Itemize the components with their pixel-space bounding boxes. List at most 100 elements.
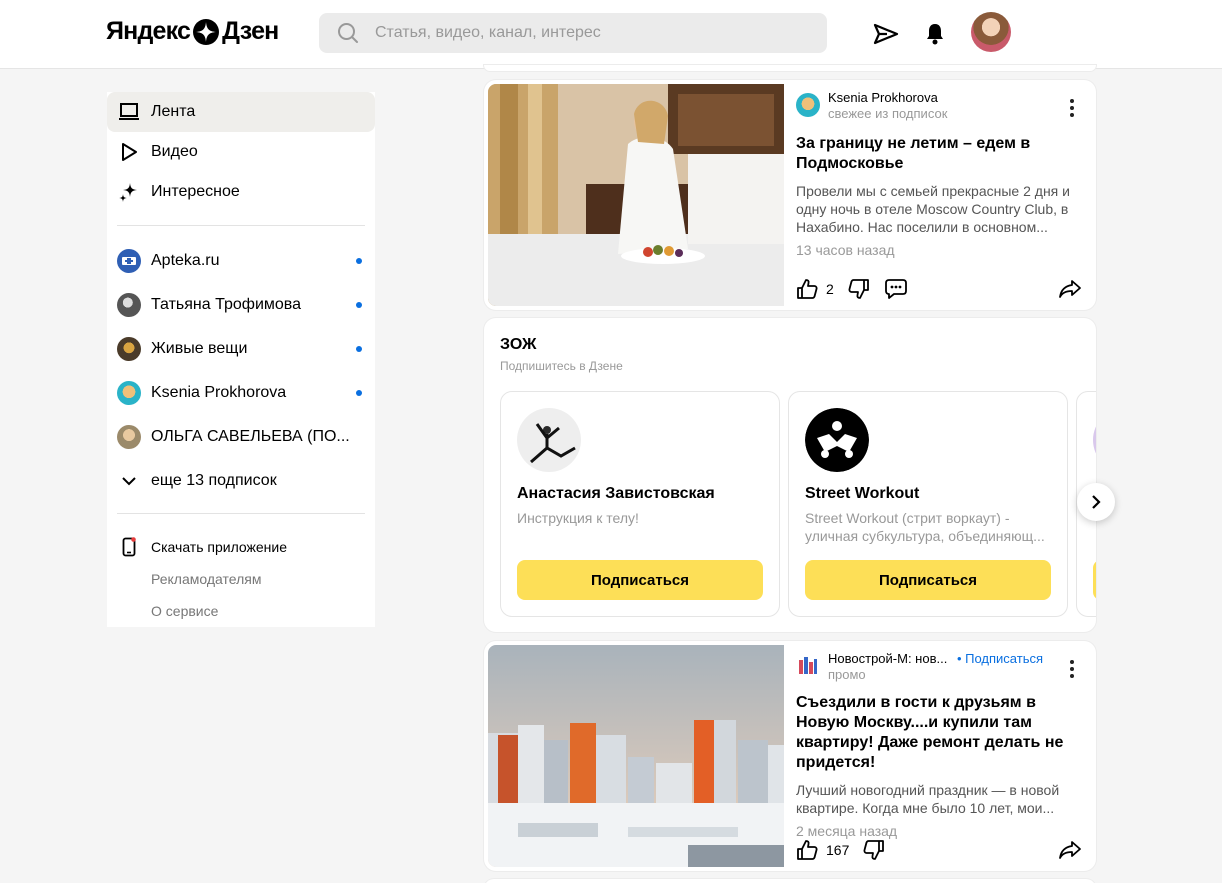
download-app-label: Скачать приложение (151, 539, 288, 555)
subscription-label: ОЛЬГА САВЕЛЬЕВА (ПО... (151, 428, 350, 445)
logo-text-right: Дзен (222, 17, 279, 45)
channel-card[interactable]: Анастасия Завистовская Инструкция к телу… (500, 391, 780, 617)
like-button[interactable]: 167 (796, 839, 849, 861)
source-name-row: Новострой-М: нов... • Подписаться (828, 651, 1082, 667)
source-name: Новострой-М: нов... (828, 650, 948, 666)
user-avatar[interactable] (971, 12, 1011, 52)
sidebar-divider (117, 225, 365, 226)
share-icon (1059, 280, 1081, 298)
more-subscriptions-button[interactable]: еще 13 подписок (107, 459, 375, 503)
next-card-edge (484, 879, 1096, 883)
share-button[interactable] (1058, 279, 1082, 299)
subscription-item-tatyana[interactable]: Татьяна Трофимова (107, 283, 375, 327)
subscription-item-ksenia[interactable]: Ksenia Prokhorova (107, 371, 375, 415)
thumb-up-icon (797, 840, 818, 860)
dislike-button[interactable] (848, 278, 870, 300)
thumb-up-icon (797, 279, 818, 299)
nav-label: Лента (151, 103, 196, 120)
sidebar-divider (117, 513, 365, 514)
top-header: Яндекс Дзен (0, 0, 1222, 69)
download-app-link[interactable]: Скачать приложение (107, 531, 375, 563)
nav-label: Интересное (151, 183, 240, 200)
channel-avatar (1093, 408, 1096, 472)
article-source[interactable]: Новострой-М: нов... • Подписаться промо (796, 649, 1082, 683)
article-title[interactable]: За границу не летим – едем в Подмосковье (796, 134, 1082, 174)
like-count: 2 (826, 281, 834, 297)
previous-card-edge (484, 65, 1096, 71)
subscription-label: Татьяна Трофимова (151, 296, 301, 313)
source-avatar (796, 93, 820, 117)
more-options-icon[interactable] (1062, 96, 1082, 120)
like-button[interactable]: 2 (796, 278, 834, 300)
thumb-down-icon (863, 840, 885, 860)
article-snippet: Лучший новогодний праздник — в новой ква… (796, 782, 1060, 816)
chevron-right-icon (1092, 495, 1101, 509)
article-source[interactable]: Ksenia Prokhorova свежее из подписок (796, 88, 1082, 122)
share-button[interactable] (1058, 840, 1082, 860)
block-title: ЗОЖ (500, 336, 537, 353)
nav-item-feed[interactable]: Лента (107, 92, 375, 132)
channel-avatar (517, 408, 581, 472)
search-input[interactable] (375, 24, 795, 42)
subscription-label: Живые вещи (151, 340, 248, 357)
messenger-icon[interactable] (871, 19, 901, 49)
channel-card[interactable]: Street Workout Street Workout (стрит вор… (788, 391, 1068, 617)
article-meta: Ksenia Prokhorova свежее из подписок За … (796, 88, 1082, 258)
new-content-dot (356, 258, 362, 264)
topic-recommendations-block: ЗОЖ Подпишитесь в Дзене Анастасия Завист… (484, 318, 1096, 632)
channel-avatar (117, 249, 141, 273)
source-subtitle: свежее из подписок (828, 105, 948, 121)
new-content-dot (356, 346, 362, 352)
subscribe-button[interactable] (1093, 560, 1096, 600)
zen-logo-icon (193, 18, 220, 45)
logo-text-left: Яндекс (106, 17, 191, 45)
dislike-button[interactable] (863, 839, 885, 861)
bell-icon[interactable] (920, 19, 950, 49)
channel-description: Street Workout (стрит воркаут) - уличная… (805, 510, 1045, 544)
comments-button[interactable] (884, 278, 908, 300)
article-image[interactable] (488, 84, 784, 306)
subscribe-link[interactable]: • Подписаться (957, 651, 1043, 666)
article-card[interactable]: Ksenia Prokhorova свежее из подписок За … (484, 80, 1096, 310)
about-link[interactable]: О сервисе (107, 595, 375, 627)
subscription-item-apteka[interactable]: Apteka.ru (107, 239, 375, 283)
promo-article-card[interactable]: Новострой-М: нов... • Подписаться промо … (484, 641, 1096, 871)
article-image[interactable] (488, 645, 784, 867)
channel-avatar (117, 381, 141, 405)
nav-item-video[interactable]: Видео (107, 132, 375, 172)
channel-name: Анастасия Завистовская (517, 485, 715, 502)
thumb-down-icon (848, 279, 869, 299)
article-actions: 2 (796, 276, 1082, 302)
chevron-down-icon (117, 476, 141, 486)
channel-avatar (805, 408, 869, 472)
share-icon (1059, 841, 1081, 859)
comment-icon (884, 279, 907, 299)
new-content-dot (356, 302, 362, 308)
more-options-icon[interactable] (1062, 657, 1082, 681)
search-icon (338, 23, 358, 43)
subscribe-button[interactable]: Подписаться (517, 560, 763, 600)
yandex-zen-logo[interactable]: Яндекс Дзен (106, 17, 279, 46)
subscribe-button[interactable]: Подписаться (805, 560, 1051, 600)
article-actions: 167 (796, 837, 1082, 863)
search-bar[interactable] (319, 13, 827, 53)
advertisers-link[interactable]: Рекламодателям (107, 563, 375, 595)
sparkle-icon (107, 182, 151, 202)
new-content-dot (356, 390, 362, 396)
channel-avatar (117, 337, 141, 361)
promo-label: промо (828, 666, 866, 682)
source-name: Ksenia Prokhorova (828, 89, 938, 105)
subscription-item-olga[interactable]: ОЛЬГА САВЕЛЬЕВА (ПО... (107, 415, 375, 459)
source-avatar (796, 654, 820, 678)
subscription-item-zhivye-veshchi[interactable]: Живые вещи (107, 327, 375, 371)
nav-item-interesting[interactable]: Интересное (107, 172, 375, 212)
sidebar-footer: Скачать приложение Рекламодателям О серв… (107, 527, 375, 627)
article-title[interactable]: Съездили в гости к друзьям в Новую Москв… (796, 693, 1082, 773)
phone-icon (107, 537, 151, 557)
nav-label: Видео (151, 143, 198, 160)
article-time: 13 часов назад (796, 242, 895, 258)
feed-icon (107, 103, 151, 121)
channel-avatar (117, 425, 141, 449)
sidebar: Лента Видео Интересное Apteka.ru Татьяна… (107, 92, 375, 627)
carousel-next-button[interactable] (1077, 483, 1115, 521)
